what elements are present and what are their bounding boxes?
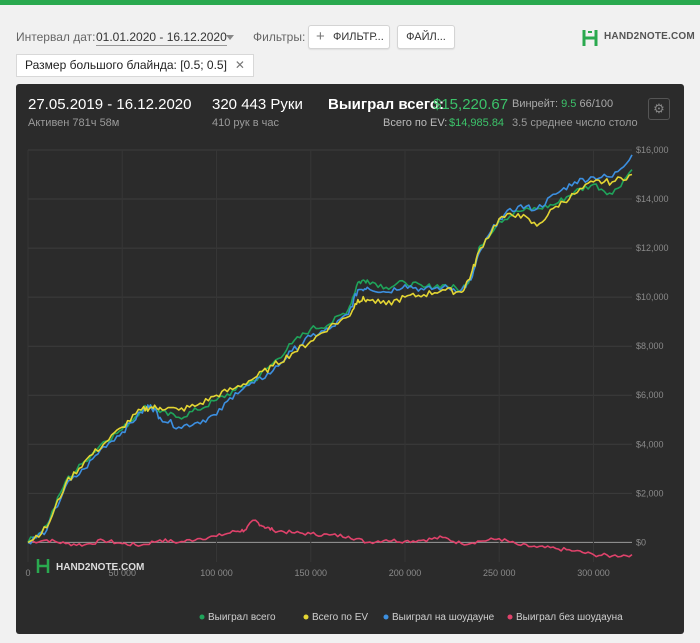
winrate-label: Винрейт: [512, 98, 559, 110]
legend-item: Выиграл без шоудауна [507, 611, 623, 623]
x-tick-label: 250 000 [483, 568, 516, 578]
y-tick-label: $8,000 [636, 341, 664, 351]
legend-item: Выиграл всего [199, 612, 276, 623]
filter-chip[interactable]: Размер большого блайнда: [0.5; 0.5] ✕ [16, 54, 254, 77]
add-filter-label: ФИЛЬТР... [333, 31, 384, 43]
files-label: ФАЙЛ... [406, 31, 446, 43]
chart-watermark: HAND2NOTE.COM [36, 559, 144, 573]
settings-button[interactable]: ⚙ [648, 98, 670, 120]
profit-chart: $0 $2,000 $4,000 $6,000 $8,000 $10,000 $12,000… [25, 145, 669, 623]
hand2note-logo-icon [582, 30, 598, 46]
filters-label: Фильтры: [253, 30, 306, 44]
series-line [27, 519, 633, 558]
logo-text: HAND2NOTE.COM [604, 31, 695, 42]
legend-label: Всего по EV [312, 612, 368, 623]
x-tick-label: 0 [25, 568, 30, 578]
y-tick-label: $6,000 [636, 390, 664, 400]
y-tick-label: $4,000 [636, 439, 664, 449]
chart-legend: Выиграл всего Всего по EV Выиграл на шоуда… [199, 611, 623, 623]
hand2note-logo: HAND2NOTE.COM [582, 28, 695, 48]
legend-label: Выиграл на шоудауне [392, 612, 495, 623]
files-button[interactable]: ФАЙЛ... [397, 25, 455, 49]
y-tick-label: $2,000 [636, 488, 664, 498]
legend-label: Выиграл без шоудауна [516, 611, 623, 623]
series-line [27, 169, 633, 543]
legend-marker [303, 614, 309, 620]
x-tick-label: 100 000 [200, 568, 233, 578]
x-tick-label: 300 000 [577, 568, 610, 578]
y-tick-label: $0 [636, 537, 646, 547]
winrate-row: Винрейт: 9.5 66/100 [512, 98, 640, 110]
y-tick-label: $10,000 [636, 292, 669, 302]
date-range-text: 27.05.2019 - 16.12.2020 [28, 96, 192, 113]
y-tick-label: $14,000 [636, 194, 669, 204]
y-axis-ticks: $0 $2,000 $4,000 $6,000 $8,000 $10,000 $12,000… [636, 145, 669, 547]
legend-item: Выиграл на шоудауне [383, 612, 495, 623]
date-range-select[interactable]: 01.01.2020 - 16.12.2020 [96, 30, 227, 46]
ev-total-value: $14,985.84 [449, 117, 505, 129]
y-tick-label: $16,000 [636, 145, 669, 155]
won-total-label: Выиграл всего: [328, 96, 445, 113]
legend-marker [199, 614, 205, 620]
series-line [27, 173, 633, 544]
legend-marker [383, 614, 389, 620]
watermark-text: HAND2NOTE.COM [56, 562, 144, 573]
winrate-value: 9.5 [561, 98, 577, 110]
series-line [27, 154, 633, 545]
watermark-logo-icon [36, 559, 50, 573]
chevron-down-icon[interactable] [226, 35, 234, 40]
close-icon[interactable]: ✕ [235, 55, 245, 76]
x-tick-label: 200 000 [389, 568, 422, 578]
legend-item: Всего по EV [303, 612, 368, 623]
x-tick-label: 150 000 [294, 568, 327, 578]
add-filter-button[interactable]: + ФИЛЬТР... [308, 25, 390, 49]
filter-chip-label: Размер большого блайнда: [0.5; 0.5] [25, 58, 227, 72]
plus-icon: + [316, 28, 325, 45]
ev-total-label: Всего по EV: [383, 117, 448, 129]
won-total-value: $15,220.67 [433, 96, 509, 113]
chart-series-lines [27, 154, 633, 558]
hands-per-hour-text: 410 рук в час [212, 117, 280, 129]
winrate-suffix: 66/100 [579, 98, 614, 110]
hands-count-text: 320 443 Руки [212, 96, 303, 113]
interval-label: Интервал дат: [16, 30, 96, 44]
avg-tables-text: 3.5 среднее число столо [512, 117, 638, 129]
y-tick-label: $12,000 [636, 243, 669, 253]
legend-label: Выиграл всего [208, 612, 276, 623]
chart-grid [27, 149, 632, 562]
legend-marker [507, 614, 513, 620]
active-time-text: Активен 781ч 58м [28, 117, 120, 129]
gear-icon: ⚙ [653, 101, 665, 116]
